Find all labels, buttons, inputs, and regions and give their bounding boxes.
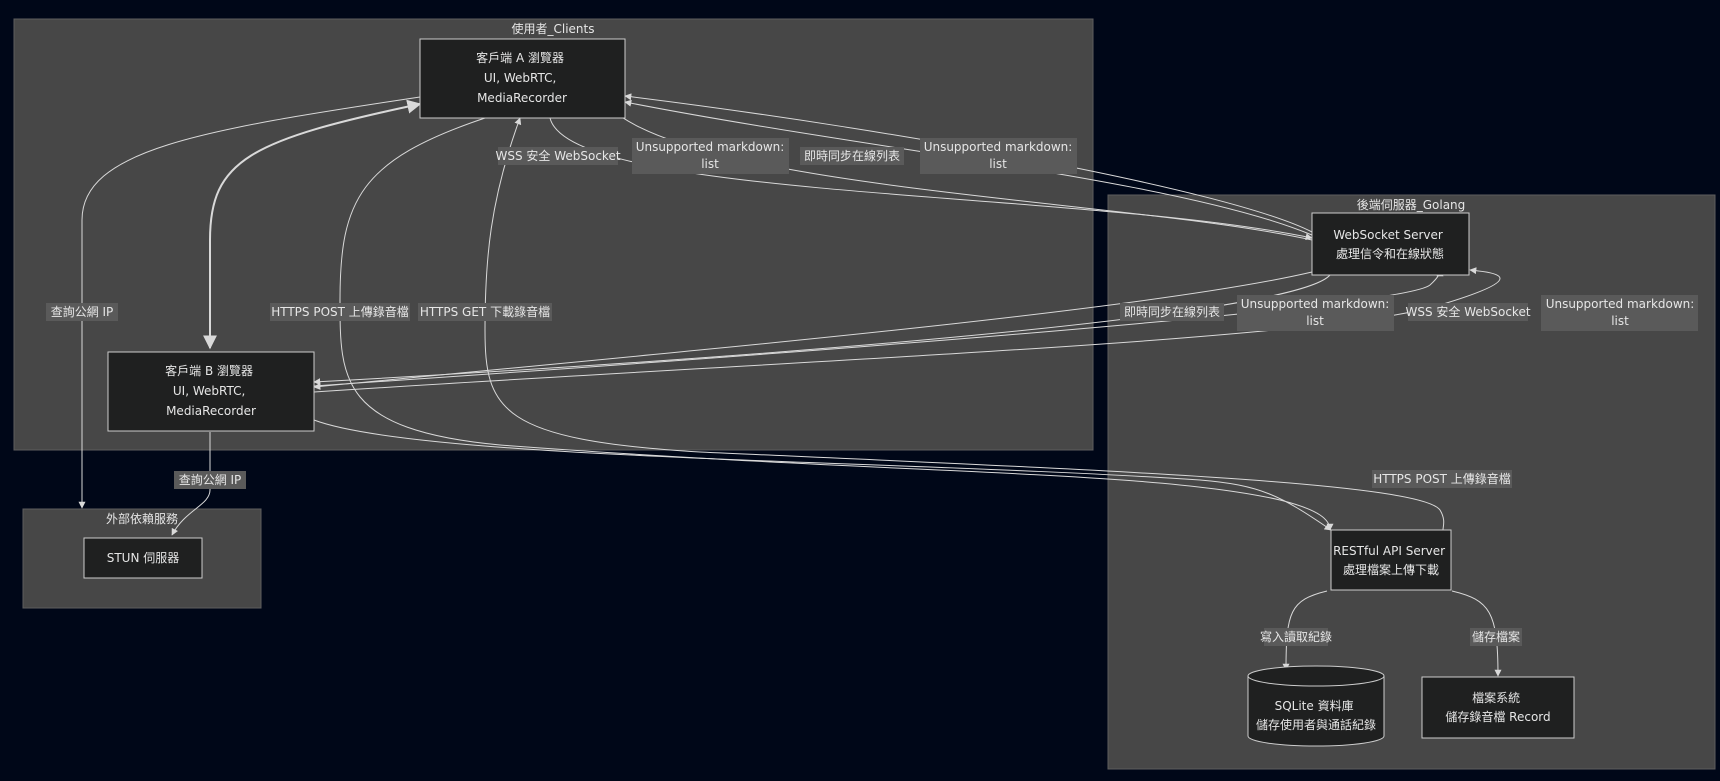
- node-stun-server-line-1: STUN 伺服器: [107, 551, 180, 565]
- node-stun-server[interactable]: STUN 伺服器: [83, 537, 203, 579]
- node-client-a[interactable]: 客戶端 A 瀏覽器 UI, WebRTC, MediaRecorder: [419, 38, 626, 119]
- architecture-diagram: 使用者_Clients 後端伺服器_Golang 外部依賴服務 客戶端 A 瀏覽…: [13, 18, 1716, 770]
- cluster-external-title: 外部依賴服務: [106, 511, 178, 526]
- node-client-a-line-1: 客戶端 A 瀏覽器: [476, 50, 564, 65]
- label-b-unsupported-2: Unsupported markdown: list: [1541, 295, 1698, 331]
- node-file-system-line-2: 儲存錄音檔 Record: [1445, 709, 1550, 724]
- svg-text:客戶端 A 瀏覽器 UI, WebRTC,: 客戶端 A 瀏覽器 UI, WebRTC, MediaRecorder: [476, 50, 568, 105]
- node-sqlite-db-line-1: SQLite 資料庫: [1275, 699, 1354, 713]
- node-client-a-line-2: UI, WebRTC,: [484, 71, 556, 85]
- label-a-query-ip-text: 查詢公網 IP: [51, 304, 114, 319]
- node-restful-api-server-line-2: 處理檔案上傳下載: [1343, 562, 1439, 577]
- label-fs-store-text: 儲存檔案: [1472, 629, 1520, 644]
- label-b-unsupported-1: Unsupported markdown: list: [1237, 295, 1394, 331]
- label-b-wss-text: WSS 安全 WebSocket: [1405, 304, 1530, 319]
- label-a-realtime-list-text: 即時同步在線列表: [804, 148, 900, 163]
- node-websocket-server-line-2: 處理信令和在線狀態: [1336, 246, 1444, 261]
- label-a-wss: WSS 安全 WebSocket: [495, 147, 621, 165]
- cluster-clients-title: 使用者_Clients: [512, 21, 595, 36]
- node-client-b-line-1: 客戶端 B 瀏覽器: [165, 363, 253, 378]
- label-b-realtime-list: 即時同步在線列表: [1120, 303, 1224, 321]
- label-b-https-post: HTTPS POST 上傳錄音檔: [1372, 470, 1512, 488]
- label-a-https-post: HTTPS POST 上傳錄音檔: [270, 303, 410, 321]
- cluster-backend-title: 後端伺服器_Golang: [1357, 198, 1466, 212]
- node-restful-api-server-line-1: RESTful API Server: [1333, 544, 1445, 558]
- label-b-query-ip: 查詢公網 IP: [174, 471, 246, 489]
- node-restful-api-server[interactable]: RESTful API Server 處理檔案上傳下載: [1330, 529, 1452, 591]
- node-sqlite-db[interactable]: SQLite 資料庫 儲存使用者與通話紀錄: [1247, 665, 1385, 747]
- label-a-realtime-list: 即時同步在線列表: [800, 147, 904, 165]
- label-b-wss: WSS 安全 WebSocket: [1405, 303, 1531, 321]
- label-a-query-ip: 查詢公網 IP: [46, 303, 118, 321]
- node-websocket-server[interactable]: WebSocket Server 處理信令和在線狀態: [1311, 212, 1470, 276]
- label-b-realtime-list-text: 即時同步在線列表: [1124, 304, 1220, 319]
- label-db-rw-text: 寫入讀取紀錄: [1260, 629, 1332, 644]
- label-fs-store: 儲存檔案: [1470, 628, 1522, 646]
- label-a-https-get-text: HTTPS GET 下載錄音檔: [420, 304, 550, 319]
- node-sqlite-db-line-2: 儲存使用者與通話紀錄: [1256, 717, 1376, 732]
- label-b-query-ip-text: 查詢公網 IP: [179, 472, 242, 487]
- node-client-b[interactable]: 客戶端 B 瀏覽器 UI, WebRTC, MediaRecorder: [107, 351, 315, 432]
- label-a-unsupported-1: Unsupported markdown: list: [632, 138, 789, 174]
- node-websocket-server-line-1: WebSocket Server: [1333, 228, 1443, 242]
- node-client-b-line-3: MediaRecorder: [166, 404, 256, 418]
- label-a-https-get: HTTPS GET 下載錄音檔: [418, 303, 552, 321]
- label-db-rw: 寫入讀取紀錄: [1260, 628, 1332, 646]
- node-file-system-line-1: 檔案系統: [1472, 690, 1520, 705]
- node-file-system[interactable]: 檔案系統 儲存錄音檔 Record: [1421, 676, 1575, 739]
- label-a-https-post-text: HTTPS POST 上傳錄音檔: [271, 304, 409, 319]
- label-a-wss-text: WSS 安全 WebSocket: [495, 148, 620, 163]
- node-client-b-line-2: UI, WebRTC,: [173, 384, 245, 398]
- node-client-a-line-3: MediaRecorder: [477, 91, 567, 105]
- label-a-unsupported-2: Unsupported markdown: list: [920, 138, 1077, 174]
- label-b-https-post-text: HTTPS POST 上傳錄音檔: [1373, 471, 1511, 486]
- svg-text:客戶端 B 瀏覽器 UI, WebRTC,: 客戶端 B 瀏覽器 UI, WebRTC, MediaRecorder: [165, 363, 257, 418]
